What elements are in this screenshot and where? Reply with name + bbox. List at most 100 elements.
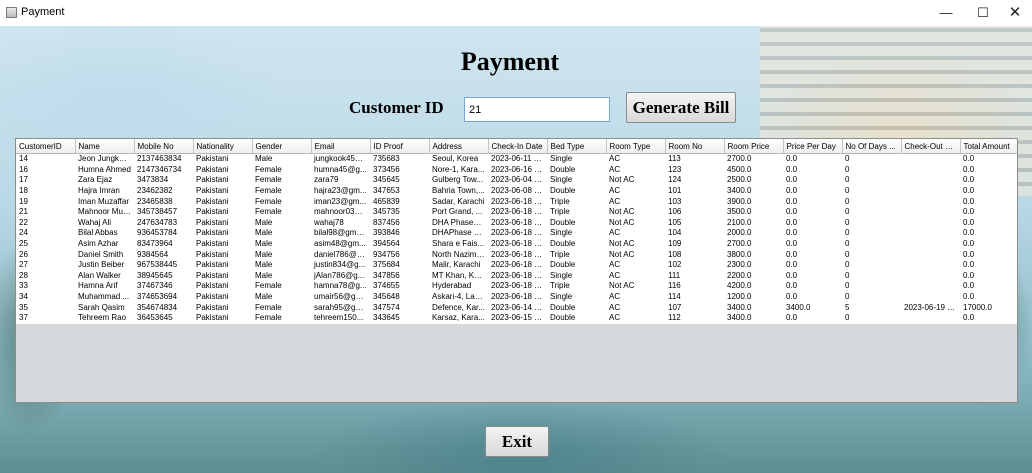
table-cell: 0.0: [783, 217, 842, 229]
table-cell: 0.0: [783, 153, 842, 165]
table-cell: 0.0: [960, 228, 1017, 239]
table-cell: Malir, Karachi: [429, 259, 488, 271]
table-cell: Gulberg Tow...: [429, 175, 488, 186]
table-row[interactable]: 19 Iman Muzaffar 23465838 Pakistani Female im…: [16, 196, 1017, 207]
column-header[interactable]: Price Per Day: [783, 139, 843, 154]
column-header[interactable]: Room No: [665, 139, 725, 154]
column-header[interactable]: Check-In Date: [488, 139, 548, 154]
column-header[interactable]: CustomerID: [16, 139, 76, 154]
table-row[interactable]: 35 Sarah Qasim 354674834 Pakistani Female sar…: [16, 302, 1017, 313]
table-cell: 111: [665, 270, 724, 282]
column-header[interactable]: Nationality: [193, 139, 253, 154]
maximize-button[interactable]: ☐: [966, 0, 1000, 26]
customers-table[interactable]: CustomerID Name Mobile No Nationality Gender…: [15, 138, 1018, 403]
table-cell: 347574: [370, 302, 429, 313]
column-header[interactable]: No Of Days ...: [842, 139, 902, 154]
minimize-button[interactable]: —: [929, 0, 963, 26]
table-cell: AC: [606, 185, 665, 197]
table-cell: [901, 206, 960, 218]
table-cell: Humna Ahmed: [75, 164, 134, 176]
table-cell: Female: [252, 196, 311, 207]
generate-bill-button[interactable]: Generate Bill: [626, 92, 736, 123]
table-header-row: CustomerID Name Mobile No Nationality Gender…: [16, 139, 1017, 154]
table-row[interactable]: 24 Bilal Abbas 936453784 Pakistani Male bilal…: [16, 228, 1017, 239]
table-cell: 2023-06-19 0...: [901, 302, 960, 313]
column-header[interactable]: Mobile No: [134, 139, 194, 154]
table-cell: Female: [252, 185, 311, 197]
table-cell: 3400.0: [724, 302, 783, 313]
table-cell: 2023-06-14 0...: [488, 302, 547, 313]
table-cell: 0.0: [783, 312, 842, 324]
table-row[interactable]: 34 Muhammad ... 374653694 Pakistani Male umai…: [16, 291, 1017, 303]
table-cell: 347653: [370, 185, 429, 197]
table-cell: 3500.0: [724, 206, 783, 218]
table-cell: [901, 153, 960, 165]
table-cell: Shara e Fais...: [429, 238, 488, 250]
table-cell: 17: [16, 175, 75, 186]
table-cell: 0.0: [783, 196, 842, 207]
column-header[interactable]: Name: [75, 139, 135, 154]
table-cell: 2200.0: [724, 270, 783, 282]
table-cell: Not AC: [606, 206, 665, 218]
table-cell: 0.0: [960, 281, 1017, 292]
table-cell: 0.0: [783, 206, 842, 218]
table-cell: AC: [606, 196, 665, 207]
table-cell: 2137463834: [134, 153, 193, 165]
table-cell: Pakistani: [193, 196, 252, 207]
table-cell: 2023-06-18 1...: [488, 206, 547, 218]
table-cell: daniel786@g...: [311, 249, 370, 260]
table-cell: Triple: [547, 206, 606, 218]
page-title: Payment: [460, 47, 560, 76]
table-row[interactable]: 21 Mahnoor Muz... 345738457 Pakistani Female…: [16, 206, 1017, 218]
column-header[interactable]: Address: [429, 139, 489, 154]
table-row[interactable]: 16 Humna Ahmed 2147346734 Pakistani Female hu…: [16, 164, 1017, 176]
table-cell: 347856: [370, 270, 429, 282]
close-button[interactable]: ✕: [998, 0, 1032, 26]
table-row[interactable]: 28 Alan Walker 38945645 Pakistani Male jAlan7…: [16, 270, 1017, 282]
table-cell: 0.0: [960, 259, 1017, 271]
table-cell: 934756: [370, 249, 429, 260]
table-row[interactable]: 18 Hajra Imran 23462382 Pakistani Female hajr…: [16, 185, 1017, 197]
table-cell: 0: [842, 238, 901, 250]
table-cell: 116: [665, 281, 724, 292]
table-cell: [901, 164, 960, 176]
table-cell: DHAPhase 8,...: [429, 228, 488, 239]
table-cell: 0.0: [783, 164, 842, 176]
column-header[interactable]: Room Price: [724, 139, 784, 154]
column-header[interactable]: Bed Type: [547, 139, 607, 154]
column-header[interactable]: ID Proof: [370, 139, 430, 154]
table-cell: AC: [606, 302, 665, 313]
table-cell: Pakistani: [193, 217, 252, 229]
table-row[interactable]: 33 Hamna Arif 37467346 Pakistani Female hamna…: [16, 281, 1017, 292]
table-cell: 113: [665, 153, 724, 165]
table-row[interactable]: 26 Daniel Smith 9384564 Pakistani Male daniel…: [16, 249, 1017, 260]
table-cell: 18: [16, 185, 75, 197]
column-header[interactable]: Email: [311, 139, 371, 154]
table-cell: Male: [252, 228, 311, 239]
table-row[interactable]: 22 Wahaj Ali 247634783 Pakistani Male wahaj78…: [16, 217, 1017, 229]
exit-button[interactable]: Exit: [485, 426, 549, 457]
table-cell: 374653694: [134, 291, 193, 303]
table-cell: Male: [252, 238, 311, 250]
column-header[interactable]: Room Type: [606, 139, 666, 154]
column-header[interactable]: Gender: [252, 139, 312, 154]
table-cell: Bahria Town,...: [429, 185, 488, 197]
table-cell: 2100.0: [724, 217, 783, 229]
table-row[interactable]: 14 Jeon Jungkook 2137463834 Pakistani Male ju…: [16, 153, 1017, 165]
table-cell: [901, 228, 960, 239]
table-cell: mahnoor03@...: [311, 206, 370, 218]
table-cell: 394564: [370, 238, 429, 250]
column-header[interactable]: Check-Out D...: [901, 139, 961, 154]
table-cell: 5: [842, 302, 901, 313]
customer-id-input[interactable]: [464, 97, 610, 122]
table-cell: 0.0: [960, 217, 1017, 229]
table-row[interactable]: 37 Tehreem Rao 36453645 Pakistani Female tehr…: [16, 312, 1017, 324]
table-row[interactable]: 27 Justin Beiber 967538445 Pakistani Male jus…: [16, 259, 1017, 271]
table-cell: 0.0: [960, 312, 1017, 324]
table-row[interactable]: 17 Zara Ejaz 3473834 Pakistani Female zara79 3…: [16, 175, 1017, 186]
table-cell: 25: [16, 238, 75, 250]
table-row[interactable]: 25 Asim Azhar 83473964 Pakistani Male asim48@…: [16, 238, 1017, 250]
table-cell: 112: [665, 312, 724, 324]
table-cell: 27: [16, 259, 75, 271]
column-header[interactable]: Total Amount: [960, 139, 1017, 154]
